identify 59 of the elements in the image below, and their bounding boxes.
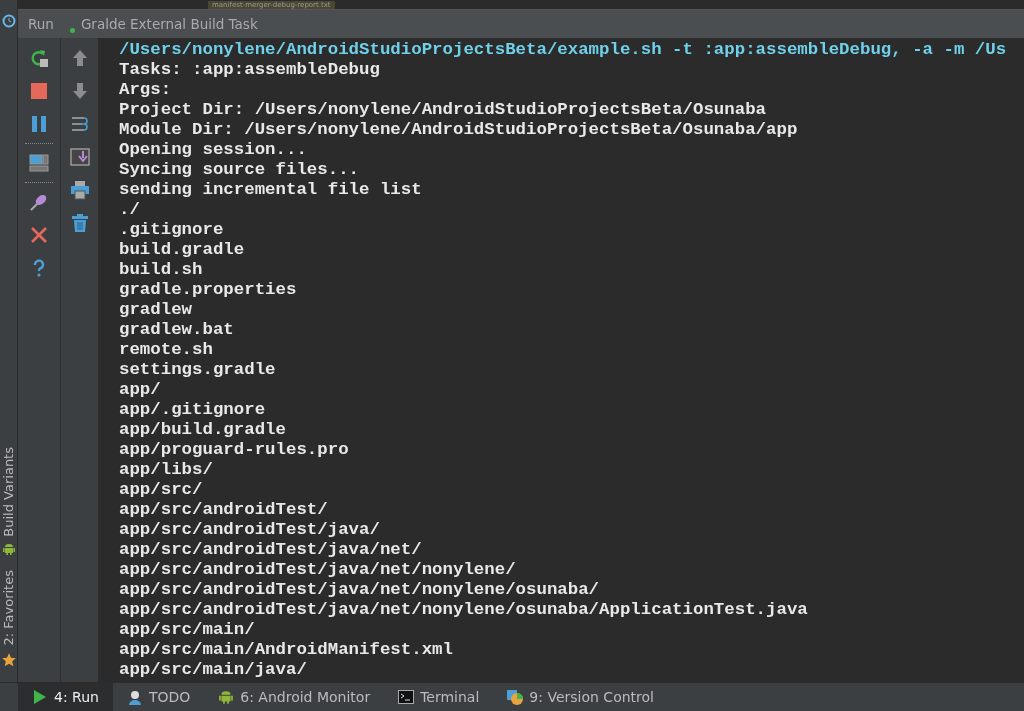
console-line: gradle.properties — [119, 280, 298, 300]
chart-icon — [507, 689, 524, 705]
tool-window-tab[interactable]: 4: Run — [18, 683, 113, 711]
console-line: app/src/androidTest/java/net/nonylene/osunaba/ — [119, 580, 601, 600]
console-line: Tasks: :app:assembleDebug — [119, 60, 381, 80]
console-line: app/proguard-rules.pro — [119, 440, 350, 460]
pause-icon[interactable] — [29, 114, 49, 134]
console-line: app/src/androidTest/java/net/ — [119, 540, 423, 560]
console-line: /Users/nonylene/AndroidStudioProjectsBeta/example.sh -t :app:assembleDebug, -a -m /Us — [119, 40, 1008, 60]
console-line: settings.gradle — [119, 360, 277, 380]
play-icon — [32, 689, 48, 705]
console-line: app/src/androidTest/ — [119, 500, 329, 520]
side-tab[interactable]: Build Variants — [1, 446, 16, 557]
console-line: app/src/main/AndroidManifest.xml — [119, 640, 454, 660]
console-line: Args: — [119, 80, 173, 100]
console-line: app/src/ — [119, 480, 204, 500]
console-line: app/src/androidTest/java/net/nonylene/osunaba/ApplicationTest.java — [119, 600, 809, 620]
rerun-icon[interactable] — [29, 48, 49, 68]
console-line: remote.sh — [119, 340, 214, 360]
trash-icon[interactable] — [69, 213, 90, 233]
console-line: app/build.gradle — [119, 420, 287, 440]
android-icon — [1, 542, 16, 557]
pin-icon[interactable] — [29, 192, 49, 212]
console-line: .gitignore — [119, 220, 225, 240]
tool-window-tab[interactable]: TODO — [112, 683, 205, 711]
console-line: app/src/main/ — [119, 620, 256, 640]
console-line: Syncing source files... — [119, 160, 361, 180]
console-line: Project Dir: /Users/nonylene/AndroidStudioProjectsBeta/Osunaba — [119, 100, 768, 120]
terminal-icon — [398, 689, 415, 705]
stopwatch-icon[interactable] — [1, 14, 16, 28]
side-tab[interactable]: 2: Favorites — [0, 570, 17, 668]
console-line: gradlew.bat — [119, 320, 235, 340]
wrap-icon[interactable] — [69, 114, 90, 134]
console-line: app/ — [119, 380, 162, 400]
star-icon — [0, 652, 17, 668]
console-line: build.sh — [119, 260, 204, 280]
tool-window-tab[interactable]: 6: Android Monitor — [204, 683, 385, 711]
close-icon[interactable] — [29, 225, 49, 245]
console-line: build.gradle — [119, 240, 246, 260]
console-line: ./ — [119, 200, 141, 220]
console-line: Opening session... — [119, 140, 308, 160]
console-line: gradlew — [119, 300, 194, 320]
console-line: Module Dir: /Users/nonylene/AndroidStudioProjectsBeta/Osunaba/app — [119, 120, 799, 140]
print-icon[interactable] — [69, 180, 90, 200]
task-tab[interactable]: Gralde External Build Task — [80, 16, 258, 32]
console-line: app/.gitignore — [119, 400, 267, 420]
layout-icon[interactable] — [29, 153, 49, 173]
stop-icon[interactable] — [29, 81, 49, 101]
console-line: app/src/androidTest/java/ — [119, 520, 381, 540]
console-line: app/src/androidTest/java/net/nonylene/ — [119, 560, 517, 580]
tool-window-tab[interactable]: 9: Version Control — [493, 683, 668, 711]
console-line: app/src/main/java/ — [119, 660, 308, 680]
android-icon — [218, 689, 235, 705]
tool-window-tab[interactable]: Terminal — [384, 683, 494, 711]
console-line: app/libs/ — [119, 460, 214, 480]
person-icon — [126, 689, 143, 705]
panel-title: Run — [28, 16, 54, 32]
console-line: sending incremental file list — [119, 180, 423, 200]
scroll-to-end-icon[interactable] — [69, 147, 90, 167]
